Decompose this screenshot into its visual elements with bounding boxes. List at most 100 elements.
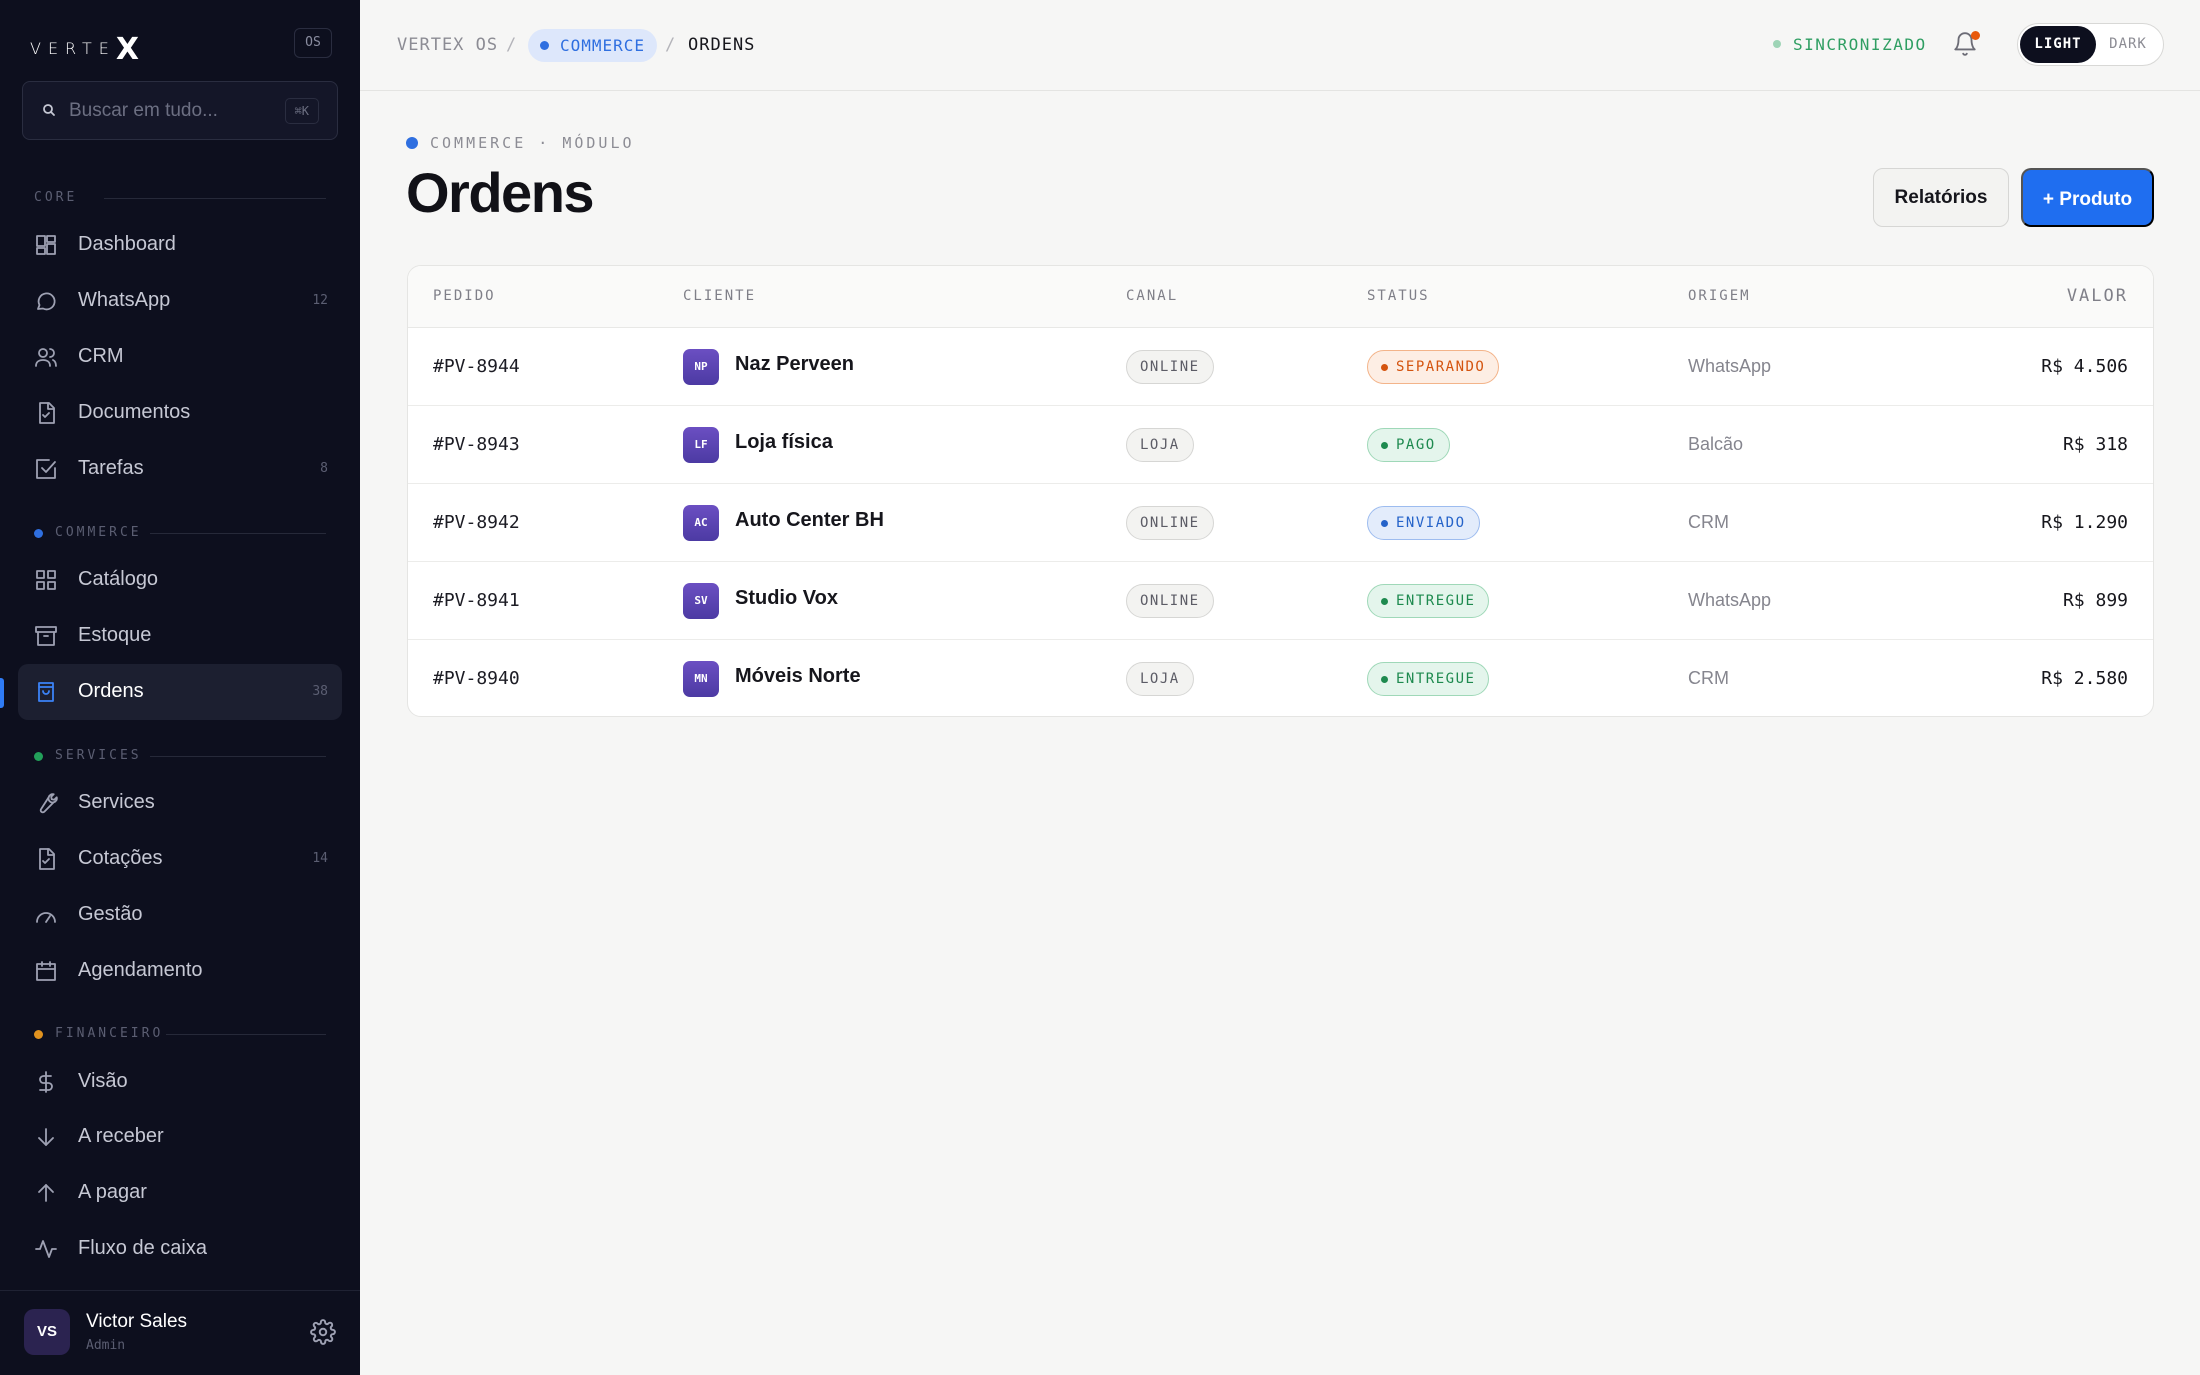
theme-dark-option[interactable]: DARK bbox=[2097, 26, 2159, 63]
sidebar-item-label: Fluxo de caixa bbox=[78, 1237, 207, 1259]
user-profile[interactable]: VS Victor Sales Admin bbox=[0, 1290, 360, 1375]
logo[interactable]: VERTEX bbox=[30, 32, 139, 67]
section-dot bbox=[34, 752, 43, 761]
sidebar-item-services[interactable]: Services bbox=[18, 775, 342, 831]
channel-badge: ONLINE bbox=[1126, 584, 1214, 618]
breadcrumb-root[interactable]: VERTEX OS bbox=[397, 35, 498, 55]
sidebar-item-label: Documentos bbox=[78, 401, 191, 423]
sidebar-item-label: Ordens bbox=[78, 680, 144, 702]
sidebar-item-label: WhatsApp bbox=[78, 289, 171, 311]
sidebar-item-label: Agendamento bbox=[78, 959, 203, 981]
client-name: Studio Vox bbox=[735, 587, 838, 609]
client-name: Naz Perveen bbox=[735, 353, 854, 375]
search-shortcut: ⌘K bbox=[284, 98, 319, 124]
os-badge: OS bbox=[294, 28, 332, 58]
section-dot bbox=[34, 1030, 43, 1039]
column-header-pedido[interactable]: PEDIDO bbox=[433, 288, 496, 304]
channel-badge: LOJA bbox=[1126, 428, 1194, 462]
sync-status: SINCRONIZADO bbox=[1773, 35, 1927, 54]
divider bbox=[150, 756, 326, 757]
sidebar: VERTEX OS Buscar em tudo... ⌘K CORE Dash… bbox=[0, 0, 360, 1375]
document-check-icon bbox=[34, 847, 58, 871]
topbar: VERTEX OS / COMMERCE / ORDENS SINCRONIZA… bbox=[360, 0, 2200, 91]
order-value: R$ 318 bbox=[2062, 434, 2128, 455]
status-badge: PAGO bbox=[1367, 428, 1450, 462]
sidebar-item-visao[interactable]: Visão bbox=[18, 1054, 342, 1110]
order-origin: WhatsApp bbox=[1688, 590, 1772, 610]
table-header: PEDIDO CLIENTE CANAL STATUS ORIGEM VALOR bbox=[408, 266, 2153, 328]
sidebar-item-agendamento[interactable]: Agendamento bbox=[18, 943, 342, 999]
breadcrumb-separator: / bbox=[506, 35, 518, 55]
sidebar-item-label: Cotações bbox=[78, 847, 163, 869]
table-row[interactable]: #PV-8943 LF Loja física LOJA PAGO Balcão… bbox=[408, 406, 2153, 484]
channel-badge: ONLINE bbox=[1126, 506, 1214, 540]
divider bbox=[150, 533, 326, 534]
sidebar-item-dashboard[interactable]: Dashboard bbox=[18, 217, 342, 273]
chat-bubble-icon bbox=[34, 289, 58, 313]
sidebar-item-ordens[interactable]: Ordens 38 bbox=[18, 664, 342, 720]
sidebar-item-catalogo[interactable]: Catálogo bbox=[18, 552, 342, 608]
client-avatar: MN bbox=[683, 661, 719, 697]
table-row[interactable]: #PV-8942 AC Auto Center BH ONLINE ENVIAD… bbox=[408, 484, 2153, 562]
notifications-button[interactable] bbox=[1952, 31, 1980, 59]
dashboard-icon bbox=[34, 233, 58, 257]
gauge-icon bbox=[34, 903, 58, 927]
sidebar-item-label: A pagar bbox=[78, 1181, 147, 1203]
search-input[interactable]: Buscar em tudo... ⌘K bbox=[22, 81, 338, 140]
client-name: Auto Center BH bbox=[735, 509, 884, 531]
notification-dot bbox=[1971, 31, 1980, 40]
order-origin: CRM bbox=[1688, 512, 1729, 532]
user-role: Admin bbox=[86, 1338, 126, 1353]
sidebar-item-estoque[interactable]: Estoque bbox=[18, 608, 342, 664]
sidebar-item-fluxo-de-caixa[interactable]: Fluxo de caixa bbox=[18, 1221, 342, 1277]
table-row[interactable]: #PV-8940 MN Móveis Norte LOJA ENTREGUE C… bbox=[408, 640, 2153, 716]
sidebar-item-gestao[interactable]: Gestão bbox=[18, 887, 342, 943]
section-label: COMMERCE bbox=[55, 525, 142, 540]
section-dot bbox=[34, 529, 43, 538]
client-avatar: LF bbox=[683, 427, 719, 463]
column-header-valor[interactable]: VALOR bbox=[2067, 286, 2128, 306]
order-id: #PV-8943 bbox=[433, 434, 520, 455]
column-header-status[interactable]: STATUS bbox=[1367, 288, 1430, 304]
table-row[interactable]: #PV-8944 NP Naz Perveen ONLINE SEPARANDO… bbox=[408, 328, 2153, 406]
order-id: #PV-8941 bbox=[433, 590, 520, 611]
sidebar-item-whatsapp[interactable]: WhatsApp 12 bbox=[18, 273, 342, 329]
sidebar-item-cotacoes[interactable]: Cotações 14 bbox=[18, 831, 342, 887]
column-header-origem[interactable]: ORIGEM bbox=[1688, 288, 1751, 304]
section-commerce: COMMERCE bbox=[34, 525, 326, 541]
reports-button[interactable]: Relatórios bbox=[1873, 168, 2009, 227]
sidebar-item-label: Services bbox=[78, 791, 155, 813]
sidebar-item-label: A receber bbox=[78, 1125, 164, 1147]
arrow-down-icon bbox=[34, 1125, 58, 1149]
active-indicator bbox=[0, 678, 4, 708]
add-product-button[interactable]: + Produto bbox=[2021, 168, 2154, 227]
calendar-icon bbox=[34, 959, 58, 983]
client-name: Loja física bbox=[735, 431, 833, 453]
breadcrumb-separator: / bbox=[665, 35, 677, 55]
sidebar-item-a-receber[interactable]: A receber bbox=[18, 1109, 342, 1165]
theme-toggle[interactable]: LIGHT DARK bbox=[2017, 23, 2164, 66]
section-services: SERVICES bbox=[34, 748, 326, 764]
status-badge: ENVIADO bbox=[1367, 506, 1480, 540]
dollar-icon bbox=[34, 1070, 58, 1094]
arrow-up-icon bbox=[34, 1181, 58, 1205]
order-id: #PV-8944 bbox=[433, 356, 520, 377]
column-header-cliente[interactable]: CLIENTE bbox=[683, 288, 756, 304]
sidebar-item-tarefas[interactable]: Tarefas 8 bbox=[18, 441, 342, 497]
search-placeholder: Buscar em tudo... bbox=[69, 100, 218, 121]
order-value: R$ 2.580 bbox=[2041, 668, 2128, 689]
status-badge: ENTREGUE bbox=[1367, 584, 1490, 618]
table-row[interactable]: #PV-8941 SV Studio Vox ONLINE ENTREGUE W… bbox=[408, 562, 2153, 640]
sidebar-item-crm[interactable]: CRM bbox=[18, 329, 342, 385]
gear-icon[interactable] bbox=[310, 1319, 336, 1345]
section-label: FINANCEIRO bbox=[55, 1026, 164, 1041]
sidebar-item-documentos[interactable]: Documentos bbox=[18, 385, 342, 441]
column-header-canal[interactable]: CANAL bbox=[1126, 288, 1178, 304]
page-title: Ordens bbox=[406, 161, 595, 224]
breadcrumb-commerce[interactable]: COMMERCE bbox=[528, 29, 658, 62]
sidebar-item-label: Estoque bbox=[78, 624, 152, 646]
sidebar-item-a-pagar[interactable]: A pagar bbox=[18, 1165, 342, 1221]
order-id: #PV-8942 bbox=[433, 512, 520, 533]
theme-light-option[interactable]: LIGHT bbox=[2020, 26, 2096, 63]
wrench-icon bbox=[34, 791, 58, 815]
